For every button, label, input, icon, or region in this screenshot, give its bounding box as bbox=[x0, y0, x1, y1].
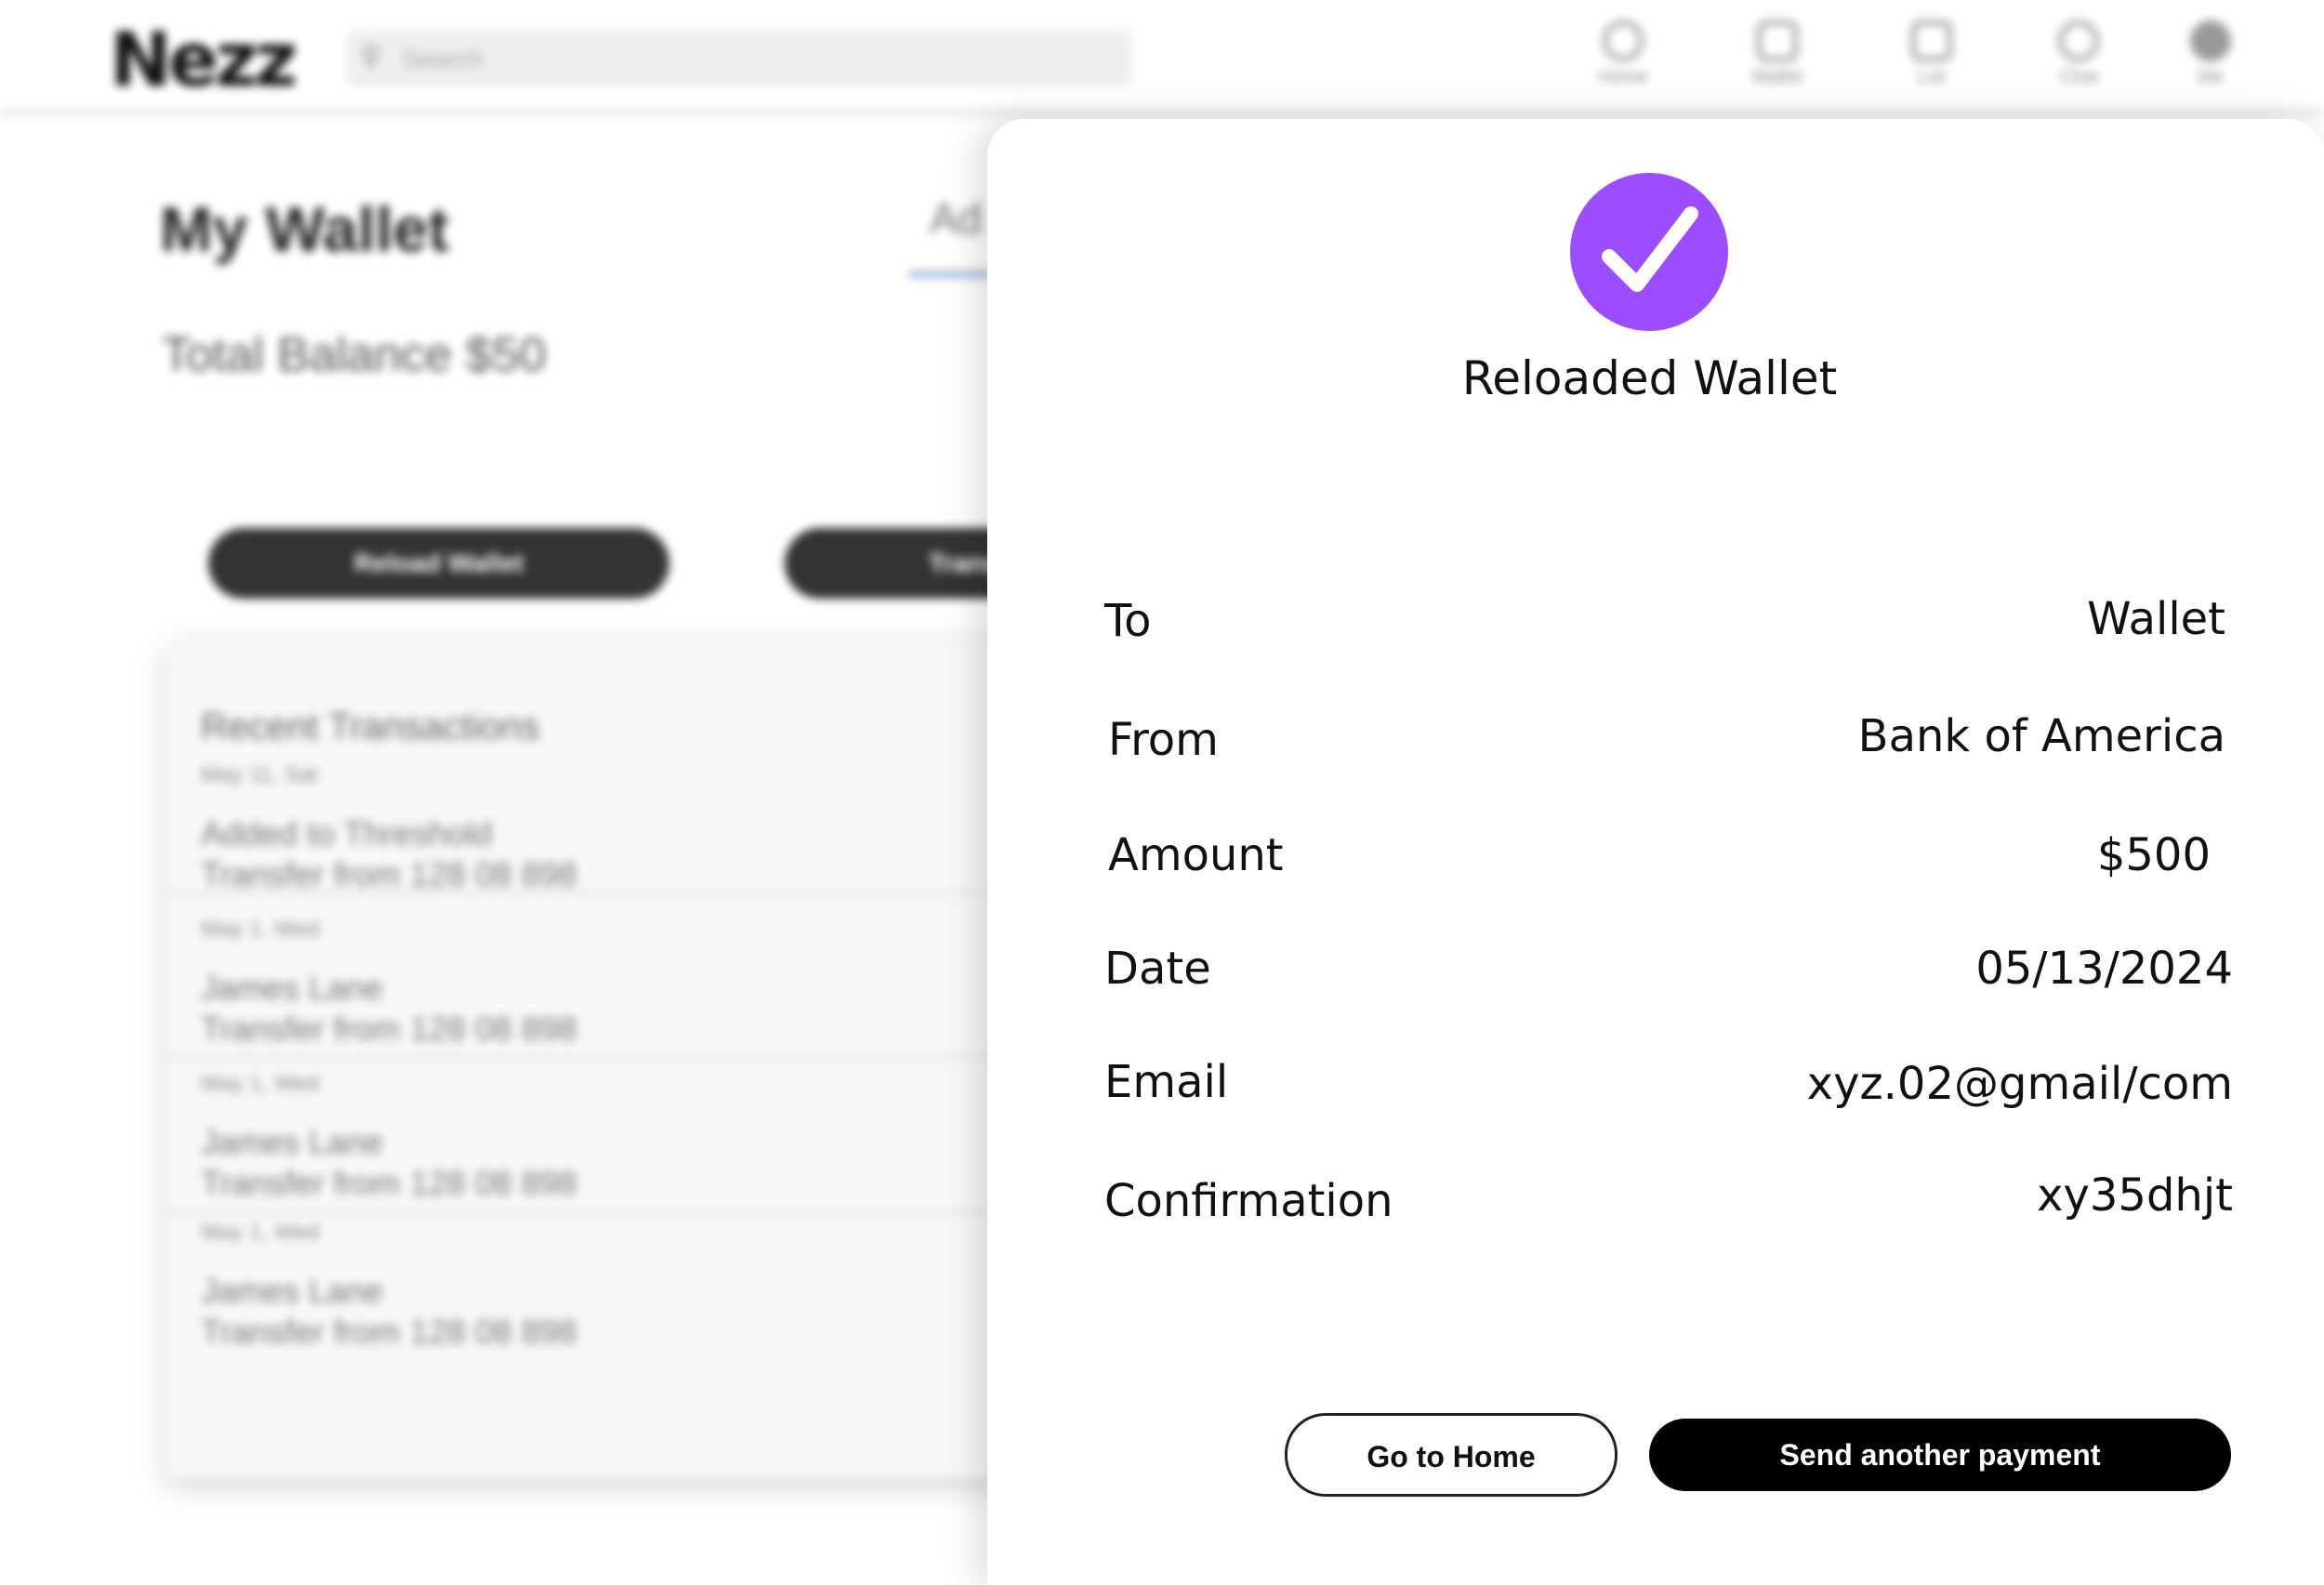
nav-item-profile[interactable]: Me bbox=[2164, 20, 2257, 88]
chat-icon bbox=[2058, 20, 2099, 61]
from-value: Bank of America bbox=[1857, 710, 2225, 762]
go-to-home-button[interactable]: Go to Home bbox=[1285, 1413, 1618, 1497]
check-circle-icon bbox=[1570, 173, 1728, 331]
nav-item-list[interactable]: List bbox=[1885, 20, 1978, 88]
top-navigation-bar: Nezz ⚲ Search Home Wallet List Chat Me bbox=[0, 0, 2324, 115]
list-icon bbox=[1911, 20, 1952, 61]
nav-label: Home bbox=[1598, 67, 1648, 87]
transaction-description: Transfer from 128 08 898 bbox=[201, 1010, 577, 1048]
transaction-date: May 1, Wed bbox=[201, 1220, 320, 1245]
transaction-description: Transfer from 128 08 898 bbox=[201, 855, 577, 893]
reload-confirmation-modal: Reloaded Wallet To Wallet From Bank of A… bbox=[987, 119, 2324, 1585]
reload-wallet-button[interactable]: Reload Wallet bbox=[208, 528, 669, 599]
checkmark-icon bbox=[1602, 206, 1698, 292]
page-title: My Wallet bbox=[160, 194, 450, 265]
recent-transactions-card: Recent Transactions May 11, Sat Added to… bbox=[167, 641, 1116, 1478]
email-value: xyz.02@gmail/com bbox=[1806, 1058, 2233, 1110]
profile-icon bbox=[2190, 20, 2231, 61]
search-placeholder: Search bbox=[402, 45, 484, 73]
transaction-row[interactable]: May 1, Wed James Lane Transfer from 128 … bbox=[167, 1220, 1116, 1359]
amount-value: $500 bbox=[2096, 829, 2211, 881]
transaction-row[interactable]: May 1, Wed James Lane Transfer from 128 … bbox=[167, 917, 1116, 1059]
confirmation-label: Confirmation bbox=[1104, 1175, 1393, 1227]
confirmation-value: xy35dhjt bbox=[2037, 1169, 2233, 1222]
wallet-icon bbox=[1757, 20, 1798, 61]
transaction-name: James Lane bbox=[201, 1123, 384, 1161]
send-another-payment-button[interactable]: Send another payment bbox=[1649, 1419, 2231, 1491]
transaction-row[interactable]: May 11, Sat Added to Threshold Transfer … bbox=[167, 762, 1116, 895]
nav-label: Me bbox=[2198, 67, 2224, 87]
nav-label: Wallet bbox=[1751, 67, 1803, 87]
search-bar[interactable]: ⚲ Search bbox=[346, 30, 1132, 87]
nav-item-chat[interactable]: Chat bbox=[2032, 20, 2125, 88]
nav-label: List bbox=[1917, 67, 1947, 87]
transactions-title: Recent Transactions bbox=[201, 707, 540, 747]
transaction-date: May 1, Wed bbox=[201, 1071, 320, 1096]
transaction-description: Transfer from 128 08 898 bbox=[201, 1164, 577, 1202]
amount-label: Amount bbox=[1108, 829, 1284, 881]
date-label: Date bbox=[1104, 943, 1211, 995]
transaction-row[interactable]: May 1, Wed James Lane Transfer from 128 … bbox=[167, 1071, 1116, 1213]
modal-title: Reloaded Wallet bbox=[1461, 351, 1838, 405]
nav-item-home[interactable]: Home bbox=[1577, 20, 1670, 88]
transaction-name: Added to Threshold bbox=[201, 814, 493, 852]
from-label: From bbox=[1108, 714, 1219, 766]
transaction-name: James Lane bbox=[201, 969, 384, 1007]
email-label: Email bbox=[1104, 1056, 1229, 1108]
transaction-date: May 11, Sat bbox=[201, 762, 319, 787]
total-balance: Total Balance $50 bbox=[162, 328, 547, 382]
transaction-description: Transfer from 128 08 898 bbox=[201, 1313, 577, 1351]
ad-label: Ad bbox=[930, 194, 983, 243]
transaction-date: May 1, Wed bbox=[201, 917, 320, 942]
nav-item-wallet[interactable]: Wallet bbox=[1731, 20, 1824, 88]
to-label: To bbox=[1104, 595, 1152, 647]
ad-underline bbox=[909, 271, 993, 277]
transaction-name: James Lane bbox=[201, 1272, 384, 1310]
nav-label: Chat bbox=[2058, 67, 2099, 87]
date-value: 05/13/2024 bbox=[1975, 943, 2233, 995]
app-logo[interactable]: Nezz bbox=[110, 17, 297, 103]
home-icon bbox=[1603, 20, 1644, 61]
search-icon: ⚲ bbox=[361, 42, 381, 73]
to-value: Wallet bbox=[2087, 593, 2225, 645]
